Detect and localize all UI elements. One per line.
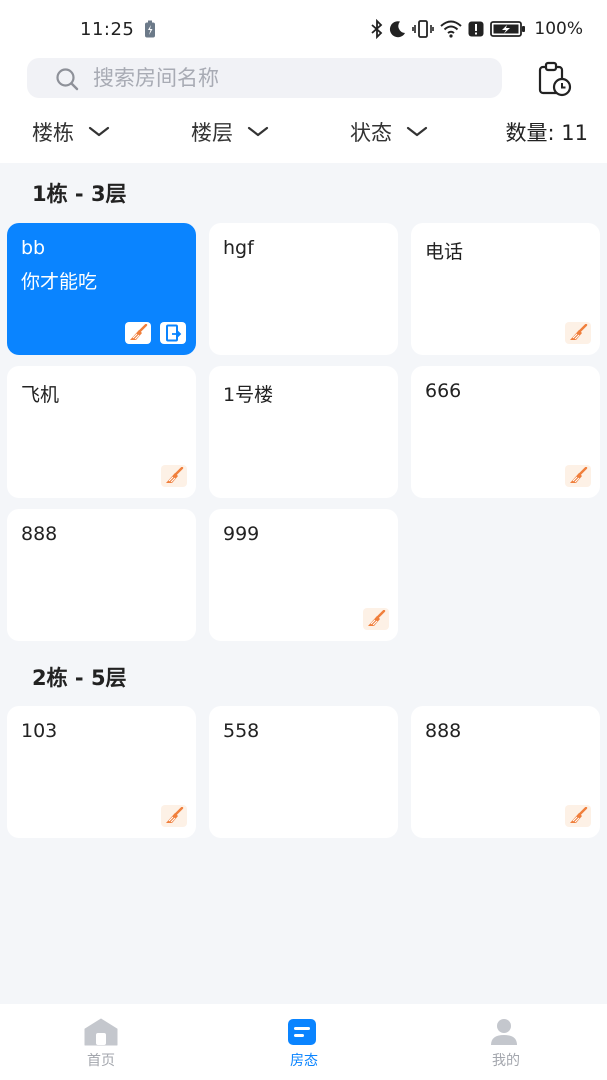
chevron-down-icon: [88, 126, 110, 137]
room-card[interactable]: bb 你才能吃: [7, 223, 196, 355]
tab-home-label: 首页: [87, 1053, 115, 1069]
chevron-down-icon: [406, 126, 428, 137]
clean-badge: [125, 322, 151, 344]
search-input[interactable]: [93, 58, 493, 98]
floor-filter-label: 楼层: [191, 121, 233, 145]
broom-icon: [368, 610, 386, 626]
tab-profile-label: 我的: [492, 1053, 520, 1069]
vibrate-icon: [412, 20, 435, 38]
tab-room-status-label: 房态: [290, 1053, 318, 1069]
status-filter[interactable]: 状态: [350, 112, 428, 152]
profile-icon: [491, 1019, 517, 1045]
clean-badge: [565, 465, 591, 487]
clean-badge: [161, 465, 187, 487]
chevron-down-icon: [247, 126, 269, 137]
room-card[interactable]: 飞机: [7, 366, 196, 498]
filter-bar: 楼栋 楼层 状态 数量: 11: [0, 112, 607, 152]
room-card[interactable]: 999: [209, 509, 398, 641]
battery-saver-icon: [145, 20, 155, 38]
status-time: 11:25: [80, 19, 135, 40]
moon-icon: [390, 21, 406, 38]
home-icon: [84, 1018, 118, 1046]
checkout-door-icon: [166, 324, 182, 342]
clean-badge: [363, 608, 389, 630]
section-title-2: 2栋 - 5层: [32, 666, 127, 690]
alert-icon: [468, 21, 484, 37]
section-title-1: 1栋 - 3层: [32, 182, 127, 206]
search-icon: [56, 68, 79, 91]
battery-percentage: 100%: [534, 19, 583, 39]
status-filter-label: 状态: [350, 121, 392, 145]
room-name: 电话: [425, 241, 464, 263]
broom-icon: [130, 324, 148, 340]
search-box[interactable]: [27, 58, 502, 98]
wifi-icon: [440, 20, 463, 38]
tab-profile[interactable]: 我的: [446, 1004, 566, 1080]
broom-icon: [166, 807, 184, 823]
room-name: bb: [21, 237, 46, 259]
room-card[interactable]: 558: [209, 706, 398, 838]
broom-icon: [570, 324, 588, 340]
room-card[interactable]: 666: [411, 366, 600, 498]
checkout-badge: [160, 322, 186, 344]
room-name: hgf: [223, 237, 254, 259]
history-clipboard-icon[interactable]: [535, 60, 573, 98]
room-status-icon: [288, 1019, 316, 1045]
room-name: 103: [21, 720, 58, 742]
tab-room-status[interactable]: 房态: [244, 1004, 364, 1080]
clean-badge: [565, 322, 591, 344]
building-filter[interactable]: 楼栋: [32, 112, 110, 152]
bottom-tab-bar: 首页 房态 我的: [0, 1004, 607, 1080]
battery-icon: [490, 21, 526, 37]
room-note: 你才能吃: [21, 271, 98, 293]
room-card[interactable]: 103: [7, 706, 196, 838]
clean-badge: [161, 805, 187, 827]
bluetooth-icon: [371, 19, 383, 39]
floor-filter[interactable]: 楼层: [191, 112, 269, 152]
broom-icon: [570, 807, 588, 823]
status-icons: 100%: [371, 18, 583, 40]
building-filter-label: 楼栋: [32, 121, 74, 145]
room-name: 飞机: [21, 384, 60, 406]
room-name: 888: [21, 523, 58, 545]
room-card[interactable]: 1号楼: [209, 366, 398, 498]
room-card[interactable]: 888: [7, 509, 196, 641]
room-card[interactable]: hgf: [209, 223, 398, 355]
room-name: 1号楼: [223, 384, 274, 406]
room-name: 558: [223, 720, 260, 742]
room-name: 666: [425, 380, 462, 402]
room-name: 999: [223, 523, 260, 545]
broom-icon: [570, 467, 588, 483]
room-name: 888: [425, 720, 462, 742]
top-area: 11:25 100% 搜索房间名称 楼栋 楼层 状态 数量: 11: [0, 0, 607, 163]
tab-home[interactable]: 首页: [41, 1004, 161, 1080]
status-bar: 11:25 100%: [0, 0, 607, 58]
clean-badge: [565, 805, 591, 827]
room-card[interactable]: 电话: [411, 223, 600, 355]
room-count: 数量: 11: [505, 121, 588, 145]
room-card[interactable]: 888: [411, 706, 600, 838]
broom-icon: [166, 467, 184, 483]
